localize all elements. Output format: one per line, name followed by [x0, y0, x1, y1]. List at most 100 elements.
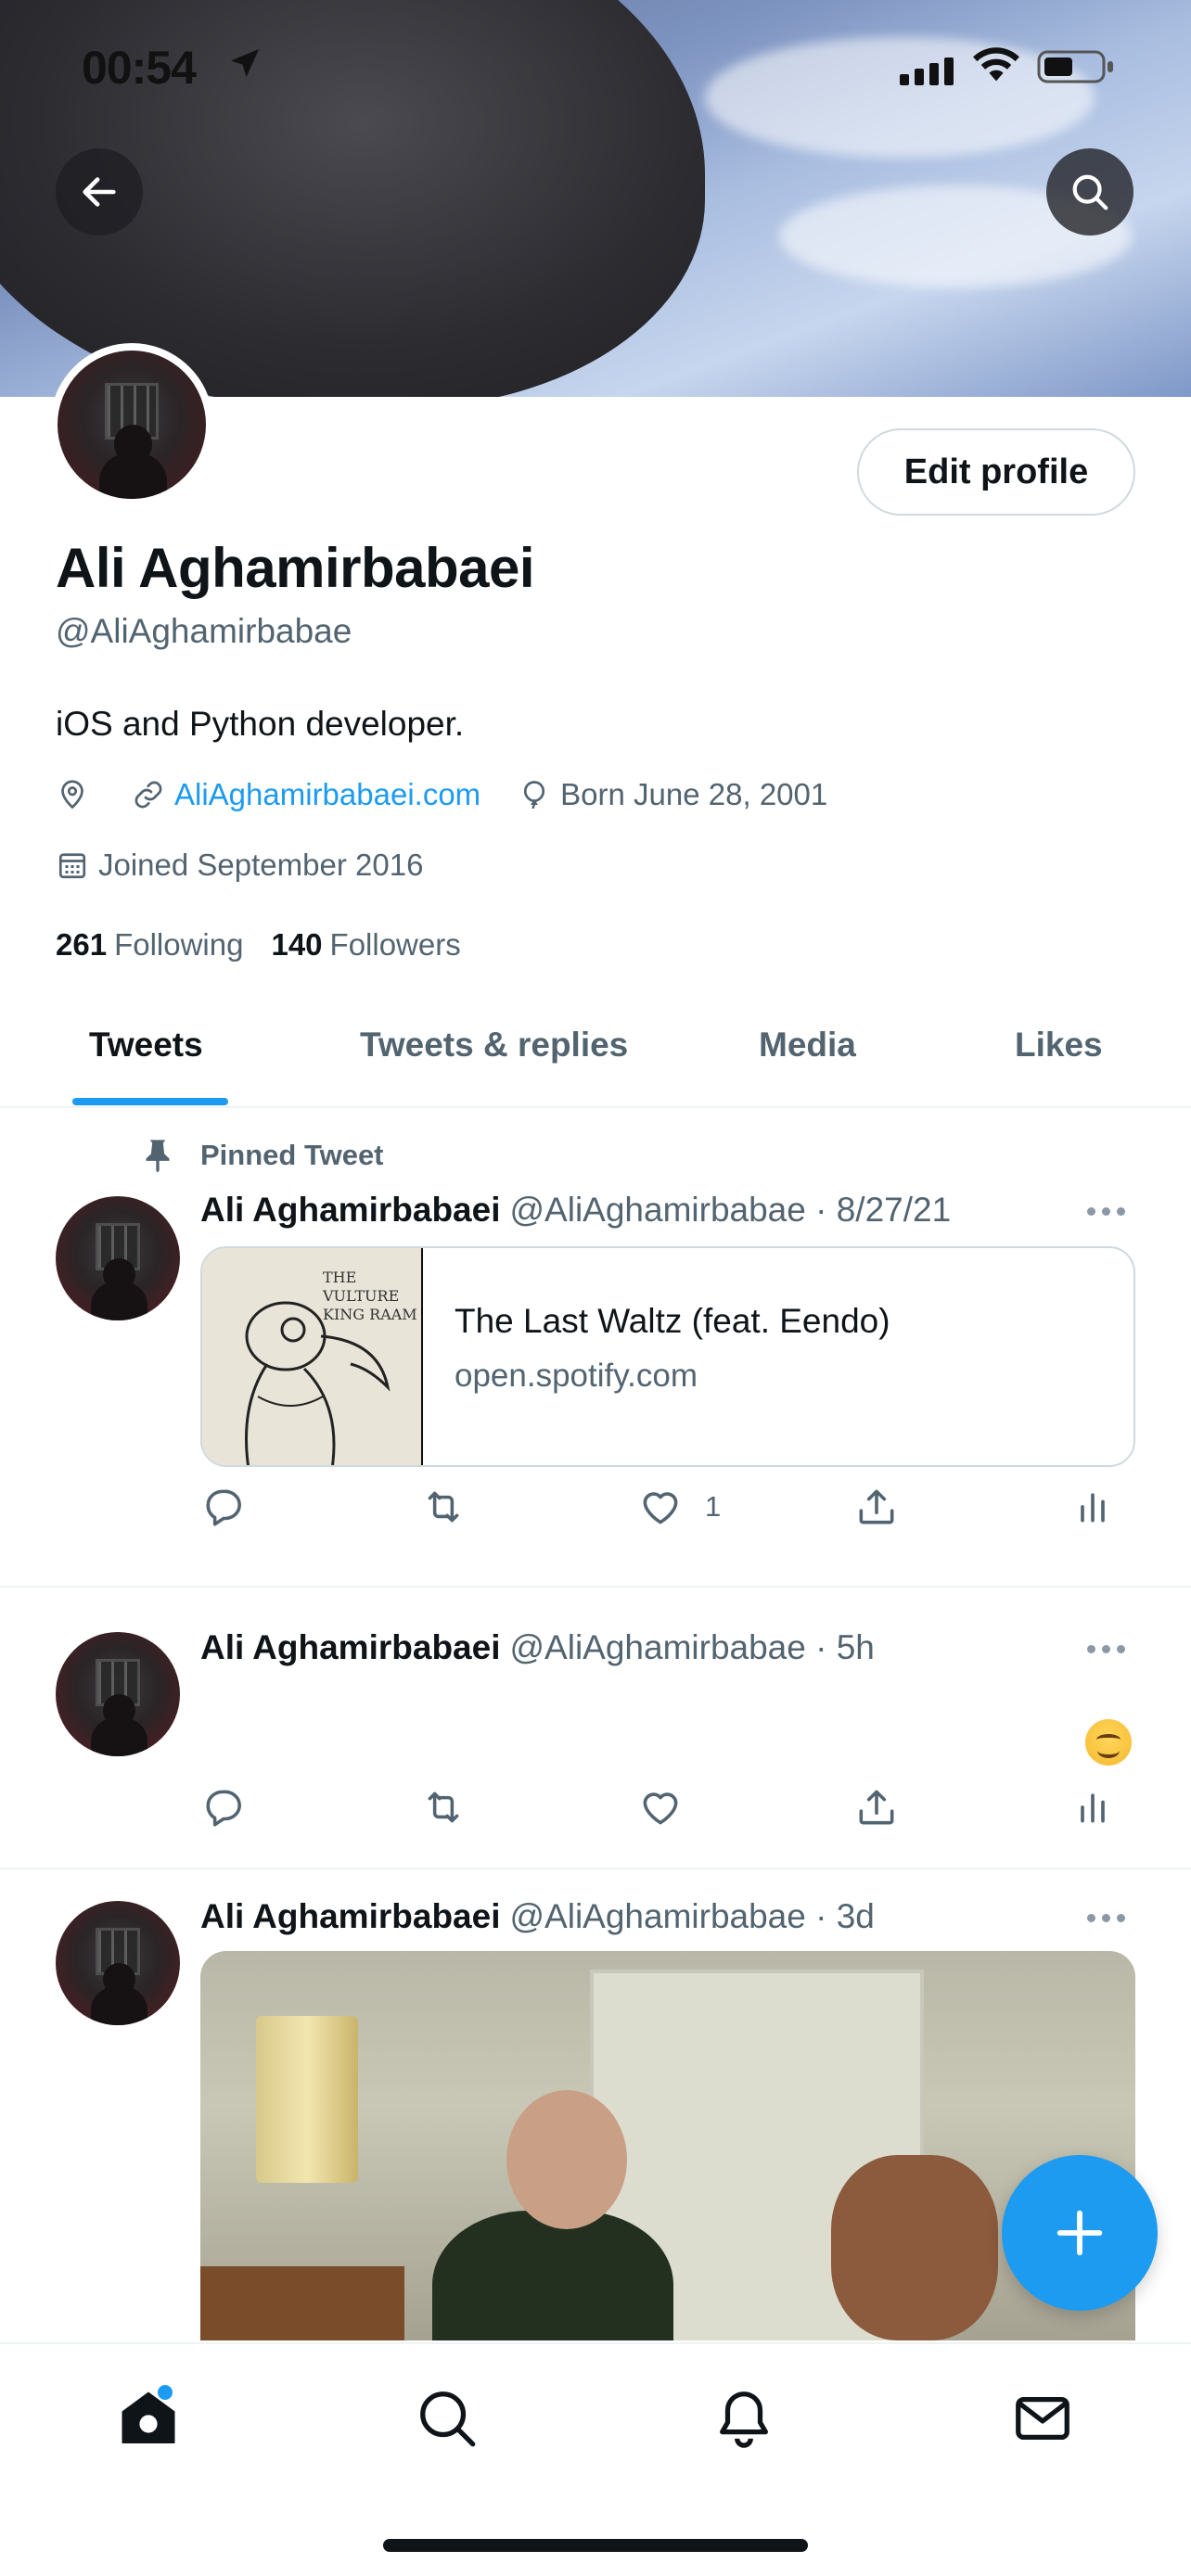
battery-icon [1037, 50, 1115, 88]
tweet-author-name[interactable]: Ali Aghamirbabaei [200, 1191, 500, 1229]
avatar-figure [90, 1716, 148, 1756]
share-button[interactable] [853, 1484, 900, 1530]
avatar-figure [90, 1281, 148, 1320]
tweet-header: Ali Aghamirbabaei @AliAghamirbabae · 5h [200, 1628, 875, 1667]
tab-tweets[interactable]: Tweets [89, 1026, 203, 1065]
followers-label: Followers [329, 927, 461, 962]
followers-count: 140 [271, 927, 323, 962]
profile-joined-date: Joined September 2016 [98, 848, 424, 882]
analytics-button[interactable] [1072, 1484, 1113, 1530]
nav-notifications[interactable] [707, 2381, 781, 2455]
pinned-tweet-label: Pinned Tweet [200, 1139, 384, 1171]
notifications-icon [720, 2391, 768, 2448]
share-button[interactable] [853, 1784, 900, 1830]
search-button[interactable] [1046, 148, 1133, 236]
tab-media[interactable]: Media [759, 1026, 856, 1065]
profile-bio: iOS and Python developer. [56, 705, 465, 743]
profile-handle: @AliAghamirbabae [56, 612, 352, 650]
retweet-icon [428, 1491, 459, 1523]
tweet-divider [0, 1868, 1191, 1869]
profile-tabs: Tweets Tweets & replies Media Likes [0, 1001, 1191, 1108]
back-arrow-icon [83, 177, 116, 207]
tweet-media-video[interactable] [200, 1951, 1135, 2340]
location-arrow-icon [226, 45, 263, 86]
album-art-image: THE VULTURE KING RAAM [202, 1248, 423, 1465]
explore-icon [420, 2391, 476, 2447]
back-button[interactable] [56, 148, 143, 236]
profile-joined-row: Joined September 2016 [56, 842, 423, 888]
calendar-icon [56, 848, 89, 882]
share-icon [859, 1790, 894, 1825]
like-button[interactable] [636, 1784, 685, 1830]
following-count: 261 [56, 927, 108, 962]
link-icon [132, 778, 165, 811]
search-icon [1072, 174, 1108, 210]
tweet-actions: 1 [200, 1484, 1137, 1539]
tweet-actions [200, 1784, 1137, 1840]
pin-icon [139, 1137, 176, 1179]
balloon-icon [518, 778, 551, 811]
media-scene [831, 2155, 998, 2340]
status-time: 00:54 [82, 42, 197, 94]
analytics-button[interactable] [1072, 1784, 1113, 1830]
profile-website-link[interactable]: AliAghamirbabaei.com [174, 777, 480, 812]
tweet-meta: @AliAghamirbabae · 8/27/21 [509, 1191, 952, 1229]
like-count: 1 [705, 1490, 722, 1523]
location-icon [56, 778, 89, 811]
tweet-avatar[interactable] [56, 1901, 180, 2025]
like-button[interactable]: 1 [636, 1484, 721, 1530]
nav-messages[interactable] [1005, 2381, 1080, 2455]
wifi-icon [972, 46, 1020, 88]
compose-tweet-button[interactable] [1002, 2155, 1158, 2311]
profile-avatar[interactable] [50, 343, 213, 506]
link-card[interactable]: THE VULTURE KING RAAM The Last Waltz (fea… [200, 1246, 1135, 1467]
vulture-illustration [245, 1301, 391, 1465]
analytics-icon [1081, 1793, 1105, 1823]
profile-meta-row: AliAghamirbabaei.com Born June 28, 2001 [56, 772, 827, 818]
tweet-meta: @AliAghamirbabae · 3d [509, 1897, 875, 1935]
nav-explore[interactable] [410, 2381, 484, 2455]
nav-home[interactable] [111, 2381, 186, 2455]
profile-name: Ali Aghamirbabaei [56, 537, 535, 599]
media-scene [256, 2016, 358, 2183]
tweet-header: Ali Aghamirbabaei @AliAghamirbabae · 3d [200, 1897, 875, 1936]
share-icon [859, 1489, 894, 1524]
home-indicator [383, 2539, 808, 2552]
tweet-header: Ali Aghamirbabaei @AliAghamirbabae · 8/27… [200, 1191, 951, 1230]
more-icon[interactable] [1087, 1908, 1133, 1927]
tab-likes[interactable]: Likes [1015, 1026, 1103, 1065]
more-icon[interactable] [1087, 1639, 1133, 1658]
retweet-button[interactable] [417, 1784, 469, 1830]
analytics-icon [1081, 1493, 1105, 1523]
following-stat[interactable]: 261 Following [56, 927, 243, 963]
tweet-avatar[interactable] [56, 1196, 180, 1320]
following-label: Following [114, 927, 244, 962]
link-card-title: The Last Waltz (feat. Eendo) [455, 1302, 890, 1340]
status-bar: 00:54 [0, 37, 1191, 102]
reply-icon [206, 1489, 241, 1526]
tweet-author-name[interactable]: Ali Aghamirbabaei [200, 1628, 500, 1666]
smiling-face-emoji [1085, 1719, 1132, 1766]
avatar-figure [98, 451, 168, 499]
media-scene [432, 2090, 673, 2340]
tweet-meta: @AliAghamirbabae · 5h [509, 1628, 875, 1666]
reply-icon [206, 1790, 241, 1827]
reply-button[interactable] [200, 1784, 247, 1830]
messages-icon [1016, 2396, 1069, 2441]
reply-button[interactable] [200, 1484, 247, 1530]
cellular-signal-icon [900, 57, 957, 90]
notification-dot [158, 2385, 173, 2400]
media-scene [200, 2266, 404, 2340]
tweet-avatar[interactable] [56, 1632, 180, 1756]
edit-profile-button[interactable]: Edit profile [857, 428, 1135, 516]
more-icon[interactable] [1087, 1202, 1133, 1220]
profile-birthday: Born June 28, 2001 [560, 777, 828, 811]
tab-tweets-replies[interactable]: Tweets & replies [360, 1026, 628, 1065]
tweet-author-name[interactable]: Ali Aghamirbabaei [200, 1897, 500, 1935]
followers-stat[interactable]: 140 Followers [271, 927, 460, 963]
tweet-divider [0, 1586, 1191, 1588]
avatar-figure [90, 1985, 148, 2025]
follow-stats: 261 Following 140 Followers [56, 927, 461, 963]
retweet-button[interactable] [417, 1484, 469, 1530]
retweet-icon [428, 1792, 459, 1823]
